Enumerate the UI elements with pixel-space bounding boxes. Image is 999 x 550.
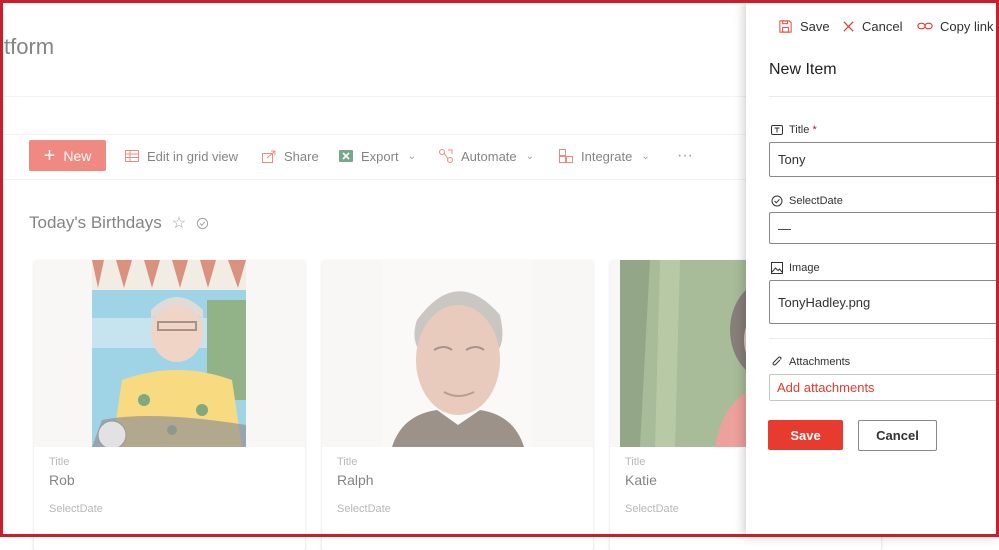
image-icon <box>771 262 783 274</box>
attachments-label: Attachments <box>771 356 850 368</box>
save-button[interactable]: Save <box>768 420 843 450</box>
selectdate-field-label: SelectDate <box>771 195 843 207</box>
close-icon <box>843 20 854 32</box>
panel-save-button[interactable]: Save <box>778 17 830 35</box>
selectdate-field-label-text: SelectDate <box>789 195 843 207</box>
paperclip-icon <box>772 356 782 366</box>
attachments-label-text: Attachments <box>789 356 851 368</box>
image-field-label: Image <box>771 262 820 274</box>
panel-title: New Item <box>769 61 837 78</box>
panel-cancel-label: Cancel <box>862 18 903 34</box>
image-field-label-text: Image <box>789 262 820 274</box>
panel-cancel-button[interactable]: Cancel <box>842 17 902 35</box>
new-item-panel: Save Cancel Copy link New Item Title * T… <box>746 0 999 537</box>
required-mark: * <box>812 124 817 136</box>
cancel-button[interactable]: Cancel <box>858 420 937 451</box>
panel-save-label: Save <box>800 18 830 34</box>
title-input[interactable]: Tony <box>769 142 999 177</box>
copy-link-label: Copy link <box>940 18 994 34</box>
panel-divider <box>769 96 999 97</box>
link-icon <box>917 22 933 30</box>
selectdate-input[interactable]: — <box>769 212 999 244</box>
save-icon <box>779 19 792 33</box>
image-input[interactable]: TonyHadley.png <box>769 280 999 324</box>
add-attachments-link[interactable]: Add attachments <box>769 374 999 401</box>
choice-icon <box>771 195 783 207</box>
title-field-label-text: Title <box>789 124 810 136</box>
panel-divider <box>769 338 999 339</box>
title-field-label: Title * <box>771 124 817 136</box>
text-field-icon <box>771 125 783 135</box>
copy-link-button[interactable]: Copy link <box>917 17 993 35</box>
panel-backdrop[interactable] <box>0 0 746 537</box>
